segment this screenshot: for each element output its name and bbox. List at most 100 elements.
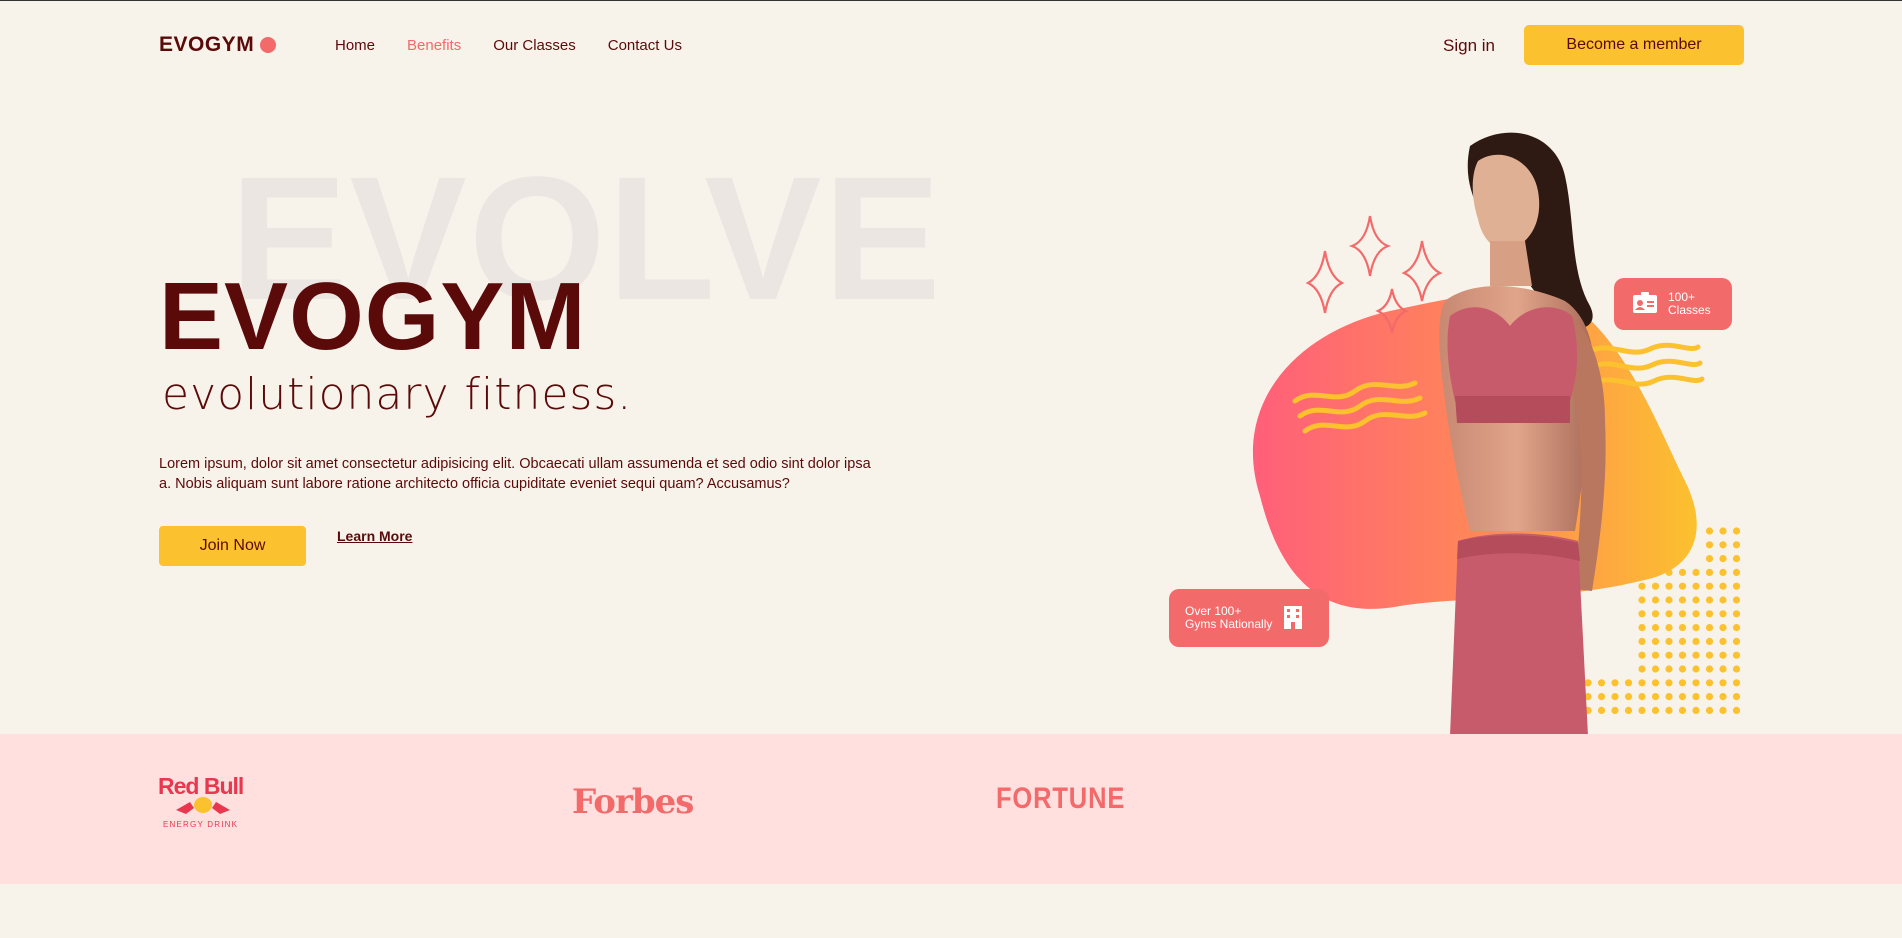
decor-dot [1719, 610, 1727, 618]
decor-dot [1624, 706, 1633, 715]
decor-dot [1624, 693, 1633, 701]
decor-dot [1705, 637, 1714, 646]
decor-dot [1584, 679, 1592, 687]
gyms-badge: Over 100+ Gyms Nationally [1169, 589, 1329, 647]
classes-badge-text: 100+ Classes [1668, 291, 1711, 317]
learn-more-link[interactable]: Learn More [337, 528, 412, 544]
nav-link-contact-us[interactable]: Contact Us [608, 37, 682, 54]
decor-dot [1692, 706, 1700, 715]
decor-dot [1651, 596, 1660, 604]
decor-dot [1705, 665, 1714, 673]
sponsors-band: Red Bull ENERGY DRINK Forbes FORTUNE [0, 734, 1902, 884]
decor-dot [1732, 706, 1741, 715]
decor-dot [1719, 568, 1727, 576]
logo-text: EVOGYM [159, 33, 255, 56]
decor-dot [1665, 706, 1673, 715]
decor-dot [1638, 637, 1646, 646]
decor-dot [1719, 527, 1727, 535]
decor-dot [1719, 637, 1727, 646]
decor-dot [1665, 651, 1673, 659]
redbull-bulls-icon [176, 797, 230, 814]
decor-dot [1692, 679, 1700, 687]
decor-dot [1719, 706, 1727, 715]
decor-dot [1611, 706, 1619, 715]
logo[interactable]: EVOGYM [159, 33, 277, 57]
decor-dot [1678, 665, 1687, 673]
decor-dot [1732, 527, 1741, 535]
decor-dot [1665, 596, 1673, 604]
navbar: EVOGYM Home Benefits Our Classes Contact… [0, 1, 1902, 91]
hero-subtitle: evolutionary fitness. [162, 369, 633, 420]
decor-dot [1678, 706, 1687, 715]
decor-dot [1692, 637, 1700, 646]
sign-in-link[interactable]: Sign in [1443, 36, 1495, 56]
become-member-button[interactable]: Become a member [1524, 25, 1744, 65]
decor-dot [1597, 706, 1606, 715]
decor-dot [1624, 679, 1633, 687]
decor-dot [1638, 596, 1646, 604]
decor-dot [1732, 624, 1741, 632]
decor-dot [1719, 582, 1727, 590]
decor-dot [1678, 582, 1687, 590]
decor-dot [1678, 651, 1687, 659]
decor-dot [1732, 610, 1741, 618]
nav-link-home[interactable]: Home [335, 37, 375, 54]
join-now-button[interactable]: Join Now [159, 526, 306, 566]
nav-link-our-classes[interactable]: Our Classes [493, 37, 576, 54]
decor-dot [1705, 624, 1714, 632]
redbull-logo[interactable]: Red Bull ENERGY DRINK [158, 772, 254, 832]
classes-badge-line2: Classes [1668, 303, 1711, 317]
decor-dot [1638, 679, 1646, 687]
decor-dot [1719, 693, 1727, 701]
decor-dot [1651, 679, 1660, 687]
decor-dot [1638, 582, 1646, 590]
decor-dot [1651, 624, 1660, 632]
decor-dot [1719, 665, 1727, 673]
svg-text:Red Bull: Red Bull [158, 773, 243, 799]
decor-dot [1665, 693, 1673, 701]
decor-dot [1651, 637, 1660, 646]
decor-dot [1638, 693, 1646, 701]
decor-dot [1692, 651, 1700, 659]
decor-dot [1692, 610, 1700, 618]
decor-dot [1705, 596, 1714, 604]
decor-dot [1705, 679, 1714, 687]
decor-dot [1597, 679, 1606, 687]
decor-dot [1678, 693, 1687, 701]
decor-dot [1719, 555, 1727, 563]
decor-dot [1719, 596, 1727, 604]
decor-dot [1705, 706, 1714, 715]
decor-dot [1719, 541, 1727, 549]
decor-dot [1678, 610, 1687, 618]
decor-dot [1597, 693, 1606, 701]
decor-dot [1732, 555, 1741, 563]
logo-dot-icon [260, 37, 277, 53]
decor-dot [1732, 651, 1741, 659]
decor-dot [1732, 596, 1741, 604]
decor-dot [1705, 555, 1714, 563]
decor-dot [1638, 610, 1646, 618]
decor-dot [1665, 582, 1673, 590]
redbull-tagline: ENERGY DRINK [163, 820, 238, 829]
decor-dot [1705, 610, 1714, 618]
athlete-figure [1439, 132, 1606, 736]
decor-dot [1692, 665, 1700, 673]
decor-dot [1732, 582, 1741, 590]
decor-dot [1678, 679, 1687, 687]
decor-dot [1705, 527, 1714, 535]
decor-dot [1638, 706, 1646, 715]
decor-dot [1705, 651, 1714, 659]
nav-link-benefits[interactable]: Benefits [407, 37, 461, 54]
forbes-logo[interactable]: Forbes [572, 782, 694, 822]
decor-dot [1665, 679, 1673, 687]
fortune-logo[interactable]: FORTUNE [996, 782, 1125, 816]
decor-dot [1692, 568, 1700, 576]
decor-dot [1705, 693, 1714, 701]
decor-dot [1678, 624, 1687, 632]
decor-dot [1719, 624, 1727, 632]
decor-dot [1692, 596, 1700, 604]
decor-dot [1692, 582, 1700, 590]
decor-dot [1678, 596, 1687, 604]
decor-dot [1692, 693, 1700, 701]
decor-dot [1638, 651, 1646, 659]
